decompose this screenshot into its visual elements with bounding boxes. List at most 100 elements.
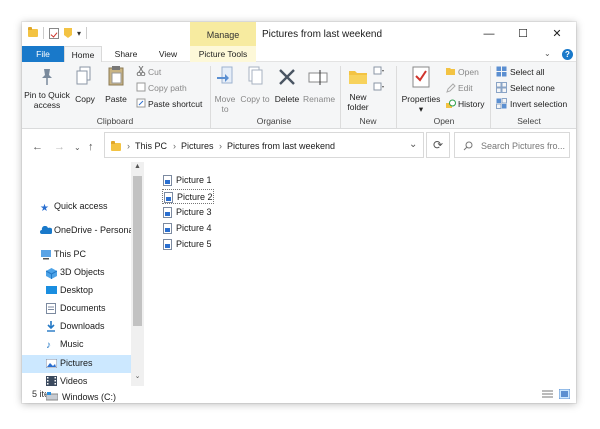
- nav-item-3d-objects[interactable]: 3D Objects: [46, 264, 142, 281]
- help-icon[interactable]: ?: [562, 49, 573, 60]
- file-item[interactable]: Picture 3: [162, 205, 212, 220]
- up-arrow-icon[interactable]: ↑: [88, 141, 94, 153]
- document-icon: [46, 303, 56, 314]
- image-file-icon: [163, 239, 172, 250]
- window-title: Pictures from last weekend: [262, 29, 383, 40]
- delete-button[interactable]: Delete: [272, 94, 302, 104]
- image-file-icon: [163, 223, 172, 234]
- ribbon-collapse-chevron-icon[interactable]: ⌄: [544, 49, 551, 58]
- tab-view[interactable]: View: [150, 46, 186, 62]
- manage-context-tab[interactable]: Manage: [190, 22, 256, 46]
- navigation-pane: ★ Quick access OneDrive - Persona This P…: [22, 162, 144, 386]
- rename-button[interactable]: Rename: [303, 94, 335, 104]
- new-folder-icon: [349, 71, 367, 84]
- nav-item-music[interactable]: ♪ Music: [46, 336, 142, 353]
- open-group-label: Open: [433, 116, 455, 126]
- address-bar[interactable]: › This PC › Pictures › Pictures from las…: [104, 132, 424, 158]
- tab-share[interactable]: Share: [106, 46, 146, 62]
- properties-icon: [412, 66, 430, 88]
- select-all-button[interactable]: Select all: [510, 67, 545, 77]
- scroll-up-arrow-icon[interactable]: ▲: [131, 163, 144, 170]
- paste-shortcut-button[interactable]: Paste shortcut: [148, 99, 202, 109]
- invert-selection-button[interactable]: Invert selection: [510, 99, 567, 109]
- open-icon: [446, 68, 455, 75]
- copy-icon: [76, 66, 91, 85]
- history-button[interactable]: History: [458, 99, 484, 109]
- quick-access-toolbar: ▾: [28, 27, 88, 39]
- file-item[interactable]: Picture 4: [162, 221, 212, 236]
- copy-path-button[interactable]: Copy path: [148, 83, 187, 93]
- refresh-button[interactable]: ⟳: [426, 132, 450, 158]
- star-icon: ★: [40, 203, 49, 214]
- image-file-icon: [164, 192, 173, 203]
- properties-dropdown-icon[interactable]: ▾: [414, 104, 428, 114]
- search-input[interactable]: Search Pictures fro...: [481, 141, 565, 151]
- search-box[interactable]: Search Pictures fro...: [454, 132, 570, 158]
- properties-qat-icon[interactable]: [49, 27, 59, 39]
- breadcrumb-pictures[interactable]: Pictures: [181, 141, 214, 151]
- nav-item-quick-access[interactable]: ★ Quick access: [40, 198, 136, 215]
- divider: [43, 27, 44, 39]
- nav-item-downloads[interactable]: Downloads: [46, 318, 142, 335]
- nav-item-documents[interactable]: Documents: [46, 300, 142, 317]
- file-item[interactable]: Picture 1: [162, 173, 212, 188]
- music-icon: ♪: [46, 340, 51, 351]
- scrollbar-thumb[interactable]: [133, 176, 142, 326]
- nav-item-windows-c[interactable]: Windows (C:): [46, 391, 142, 403]
- address-dropdown-chevron-icon[interactable]: ⌄: [409, 139, 417, 150]
- recent-locations-chevron-icon[interactable]: ⌄: [74, 143, 81, 152]
- computer-icon: [41, 250, 51, 260]
- details-view-icon[interactable]: [542, 389, 553, 399]
- paste-shortcut-icon: [136, 98, 146, 108]
- copy-button[interactable]: Copy: [72, 94, 98, 104]
- nav-item-onedrive[interactable]: OneDrive - Persona: [40, 222, 136, 239]
- forward-arrow-icon[interactable]: →: [54, 141, 65, 153]
- copy-path-icon: [136, 82, 146, 92]
- breadcrumb-separator-icon: ›: [127, 141, 130, 151]
- file-item[interactable]: Picture 5: [162, 237, 212, 252]
- cube-icon: [46, 268, 57, 279]
- customize-qat-arrow-icon[interactable]: ▾: [77, 29, 81, 38]
- tab-file[interactable]: File: [22, 46, 64, 62]
- large-icons-view-icon[interactable]: [559, 389, 570, 399]
- cut-icon: [136, 66, 146, 76]
- select-none-button[interactable]: Select none: [510, 83, 555, 93]
- copy-to-button[interactable]: Copy to: [240, 94, 270, 104]
- maximize-button[interactable]: ☐: [506, 22, 540, 46]
- move-to-icon: [217, 66, 233, 84]
- ribbon-tabs: File Home Share View Picture Tools ⌄ ?: [22, 46, 576, 63]
- nav-item-desktop[interactable]: Desktop: [46, 282, 142, 299]
- new-group-label: New: [359, 116, 377, 126]
- nav-scrollbar[interactable]: ▲ ⌄: [131, 162, 144, 386]
- edit-button[interactable]: Edit: [458, 83, 473, 93]
- organise-group-label: Organise: [256, 116, 292, 126]
- invert-selection-icon: [496, 98, 507, 109]
- download-icon: [47, 321, 55, 332]
- nav-item-pictures[interactable]: Pictures: [46, 355, 142, 372]
- tab-picture-tools[interactable]: Picture Tools: [190, 46, 256, 62]
- cloud-icon: [40, 226, 52, 234]
- minimize-button[interactable]: —: [472, 22, 506, 46]
- tab-home[interactable]: Home: [64, 46, 102, 63]
- refresh-icon: ⟳: [432, 138, 444, 152]
- properties-button[interactable]: Properties: [400, 94, 442, 104]
- back-arrow-icon[interactable]: ←: [32, 141, 43, 153]
- image-file-icon: [163, 175, 172, 186]
- easy-access-icon: [373, 82, 384, 91]
- close-button[interactable]: ✕: [540, 22, 574, 46]
- breadcrumb-this-pc[interactable]: This PC: [135, 141, 167, 151]
- paste-icon: [108, 66, 124, 86]
- breadcrumb-current-folder[interactable]: Pictures from last weekend: [227, 141, 335, 151]
- paste-button[interactable]: Paste: [102, 94, 130, 104]
- move-to-button[interactable]: Move to: [210, 94, 240, 114]
- delete-icon: [279, 69, 295, 85]
- file-item-focused[interactable]: Picture 2: [162, 189, 214, 204]
- pin-to-quick-access-button[interactable]: Pin to Quick access: [24, 90, 70, 110]
- cut-button[interactable]: Cut: [148, 67, 161, 77]
- open-button[interactable]: Open: [458, 67, 479, 77]
- scroll-down-arrow-icon[interactable]: ⌄: [131, 372, 144, 380]
- new-folder-qat-icon[interactable]: [64, 28, 72, 38]
- file-list: Picture 1 Picture 2 Picture 3 Picture 4 …: [144, 162, 576, 386]
- nav-item-this-pc[interactable]: This PC: [40, 246, 136, 263]
- new-folder-button[interactable]: New folder: [342, 92, 374, 112]
